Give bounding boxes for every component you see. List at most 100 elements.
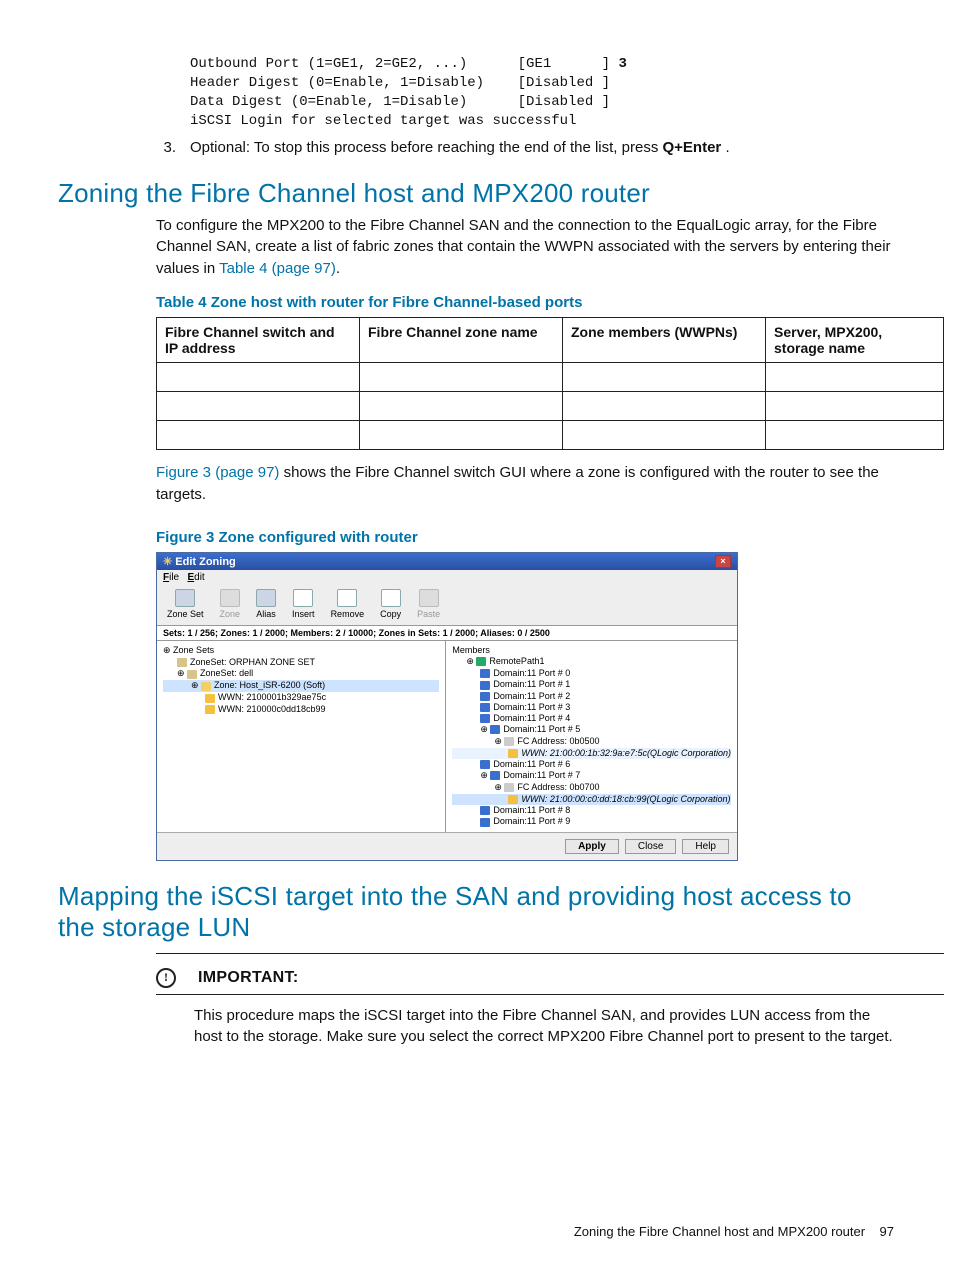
col-header: Fibre Channel zone name — [360, 317, 563, 362]
col-header: Fibre Channel switch and IP address — [157, 317, 360, 362]
code-bold: 3 — [618, 56, 626, 72]
rule — [156, 953, 944, 954]
window-titlebar: ✳ Edit Zoning × — [157, 553, 737, 570]
paragraph: To configure the MPX200 to the Fibre Cha… — [156, 215, 894, 280]
tree-root[interactable]: Members — [452, 645, 731, 656]
heading-mapping: Mapping the iSCSI target into the SAN an… — [58, 881, 894, 943]
tree-item[interactable]: Domain:11 Port # 2 — [452, 691, 731, 702]
menu-file[interactable]: ile — [169, 572, 179, 583]
tool-label: Alias — [256, 609, 276, 619]
page-number: 97 — [880, 1224, 894, 1239]
cell — [157, 362, 360, 391]
tool-zoneset[interactable]: Zone Set — [167, 589, 204, 619]
apply-button[interactable]: Apply — [565, 839, 619, 854]
code-line: Header Digest (0=Enable, 1=Disable) [Dis… — [190, 75, 610, 91]
tool-alias[interactable]: Alias — [256, 589, 276, 619]
step-3: 3. Optional: To stop this process before… — [158, 139, 894, 156]
cell — [766, 420, 944, 449]
tree-item[interactable]: Domain:11 Port # 4 — [452, 713, 731, 724]
close-button[interactable]: Close — [625, 839, 677, 854]
paragraph: Figure 3 (page 97) shows the Fibre Chann… — [156, 462, 894, 506]
cell — [563, 391, 766, 420]
code-line: Data Digest (0=Enable, 1=Disable) [Disab… — [190, 94, 610, 110]
footer-text: Zoning the Fibre Channel host and MPX200… — [574, 1224, 865, 1239]
col-header: Server, MPX200, storage name — [766, 317, 944, 362]
tool-label: Insert — [292, 609, 315, 619]
important-text: This procedure maps the iSCSI target int… — [194, 1005, 894, 1049]
tree-item[interactable]: ⊕ FC Address: 0b0700 — [452, 782, 731, 794]
code-line: Outbound Port (1=GE1, 2=GE2, ...) [GE1 ] — [190, 56, 618, 72]
menu-edit[interactable]: dit — [194, 572, 205, 583]
tree-item[interactable]: WWN: 2100001b329ae75c — [163, 692, 439, 703]
tree-item[interactable]: Domain:11 Port # 9 — [452, 816, 731, 827]
link-figure3[interactable]: Figure 3 (page 97) — [156, 464, 279, 481]
tree-item[interactable]: Domain:11 Port # 1 — [452, 679, 731, 690]
cell — [766, 362, 944, 391]
tree-item[interactable]: ZoneSet: ORPHAN ZONE SET — [163, 657, 439, 668]
tree-item[interactable]: WWN: 21:00:00:1b:32:9a:e7:5c(QLogic Corp… — [452, 748, 731, 759]
cell — [563, 362, 766, 391]
cell — [360, 391, 563, 420]
cell — [360, 420, 563, 449]
step-number: 3. — [158, 139, 176, 156]
tool-remove[interactable]: Remove — [331, 589, 365, 619]
left-pane[interactable]: ⊕ Zone Sets ZoneSet: ORPHAN ZONE SET ⊕ Z… — [157, 641, 446, 831]
tree-item-selected[interactable]: WWN: 21:00:00:c0:dd:18:cb:99(QLogic Corp… — [452, 794, 731, 805]
tool-label: Zone — [220, 609, 241, 619]
tree-item[interactable]: ⊕ Domain:11 Port # 7 — [452, 770, 731, 782]
page-footer: Zoning the Fibre Channel host and MPX200… — [574, 1224, 894, 1239]
status-bar: Sets: 1 / 256; Zones: 1 / 2000; Members:… — [157, 626, 737, 641]
panes: ⊕ Zone Sets ZoneSet: ORPHAN ZONE SET ⊕ Z… — [157, 641, 737, 831]
important-label: IMPORTANT: — [198, 969, 298, 987]
tree-item[interactable]: ⊕ FC Address: 0b0500 — [452, 736, 731, 748]
table4: Fibre Channel switch and IP address Fibr… — [156, 317, 944, 450]
heading-zoning: Zoning the Fibre Channel host and MPX200… — [58, 178, 894, 209]
tree-item[interactable]: Domain:11 Port # 8 — [452, 805, 731, 816]
table-row — [157, 362, 944, 391]
dialog-buttons: Apply Close Help — [157, 832, 737, 860]
toolbar: Zone Set Zone Alias Insert Remove Copy P… — [157, 585, 737, 626]
keycap: Q+Enter — [663, 139, 722, 156]
col-header: Zone members (WWPNs) — [563, 317, 766, 362]
tool-paste: Paste — [417, 589, 440, 619]
menubar[interactable]: File Edit — [157, 570, 737, 585]
cell — [157, 391, 360, 420]
table-header-row: Fibre Channel switch and IP address Fibr… — [157, 317, 944, 362]
tree-item[interactable]: WWN: 210000c0dd18cb99 — [163, 704, 439, 715]
tree-item[interactable]: ⊕ RemotePath1 — [452, 656, 731, 668]
tree-item[interactable]: Domain:11 Port # 3 — [452, 702, 731, 713]
step-text: Optional: To stop this process before re… — [190, 139, 894, 156]
cell — [157, 420, 360, 449]
tool-label: Paste — [417, 609, 440, 619]
right-pane[interactable]: Members ⊕ RemotePath1 Domain:11 Port # 0… — [446, 641, 737, 831]
tree-root[interactable]: ⊕ Zone Sets — [163, 645, 439, 657]
text: Optional: To stop this process before re… — [190, 139, 663, 156]
table-row — [157, 391, 944, 420]
close-icon[interactable]: × — [715, 555, 731, 568]
important-icon: ! — [156, 968, 176, 988]
text: . — [721, 139, 729, 156]
tool-label: Copy — [380, 609, 401, 619]
link-table4[interactable]: Table 4 (page 97) — [219, 260, 336, 277]
tool-copy[interactable]: Copy — [380, 589, 401, 619]
important-callout: ! IMPORTANT: — [156, 968, 894, 988]
code-line: iSCSI Login for selected target was succ… — [190, 113, 576, 129]
tool-insert[interactable]: Insert — [292, 589, 315, 619]
tree-item[interactable]: Domain:11 Port # 0 — [452, 668, 731, 679]
tree-item[interactable]: ⊕ ZoneSet: dell — [163, 668, 439, 680]
tree-item[interactable]: Domain:11 Port # 6 — [452, 759, 731, 770]
text: . — [336, 260, 340, 277]
cell — [563, 420, 766, 449]
tree-item-selected[interactable]: ⊕ Zone: Host_iSR-6200 (Soft) — [163, 680, 439, 692]
cell — [766, 391, 944, 420]
rule — [156, 994, 944, 995]
table-row — [157, 420, 944, 449]
code-block: Outbound Port (1=GE1, 2=GE2, ...) [GE1 ]… — [190, 55, 894, 131]
tool-label: Zone Set — [167, 609, 204, 619]
tool-zone: Zone — [220, 589, 241, 619]
figure3-title: Figure 3 Zone configured with router — [156, 529, 894, 546]
help-button[interactable]: Help — [682, 839, 729, 854]
window-title: Edit Zoning — [175, 556, 235, 568]
tool-label: Remove — [331, 609, 365, 619]
tree-item[interactable]: ⊕ Domain:11 Port # 5 — [452, 724, 731, 736]
